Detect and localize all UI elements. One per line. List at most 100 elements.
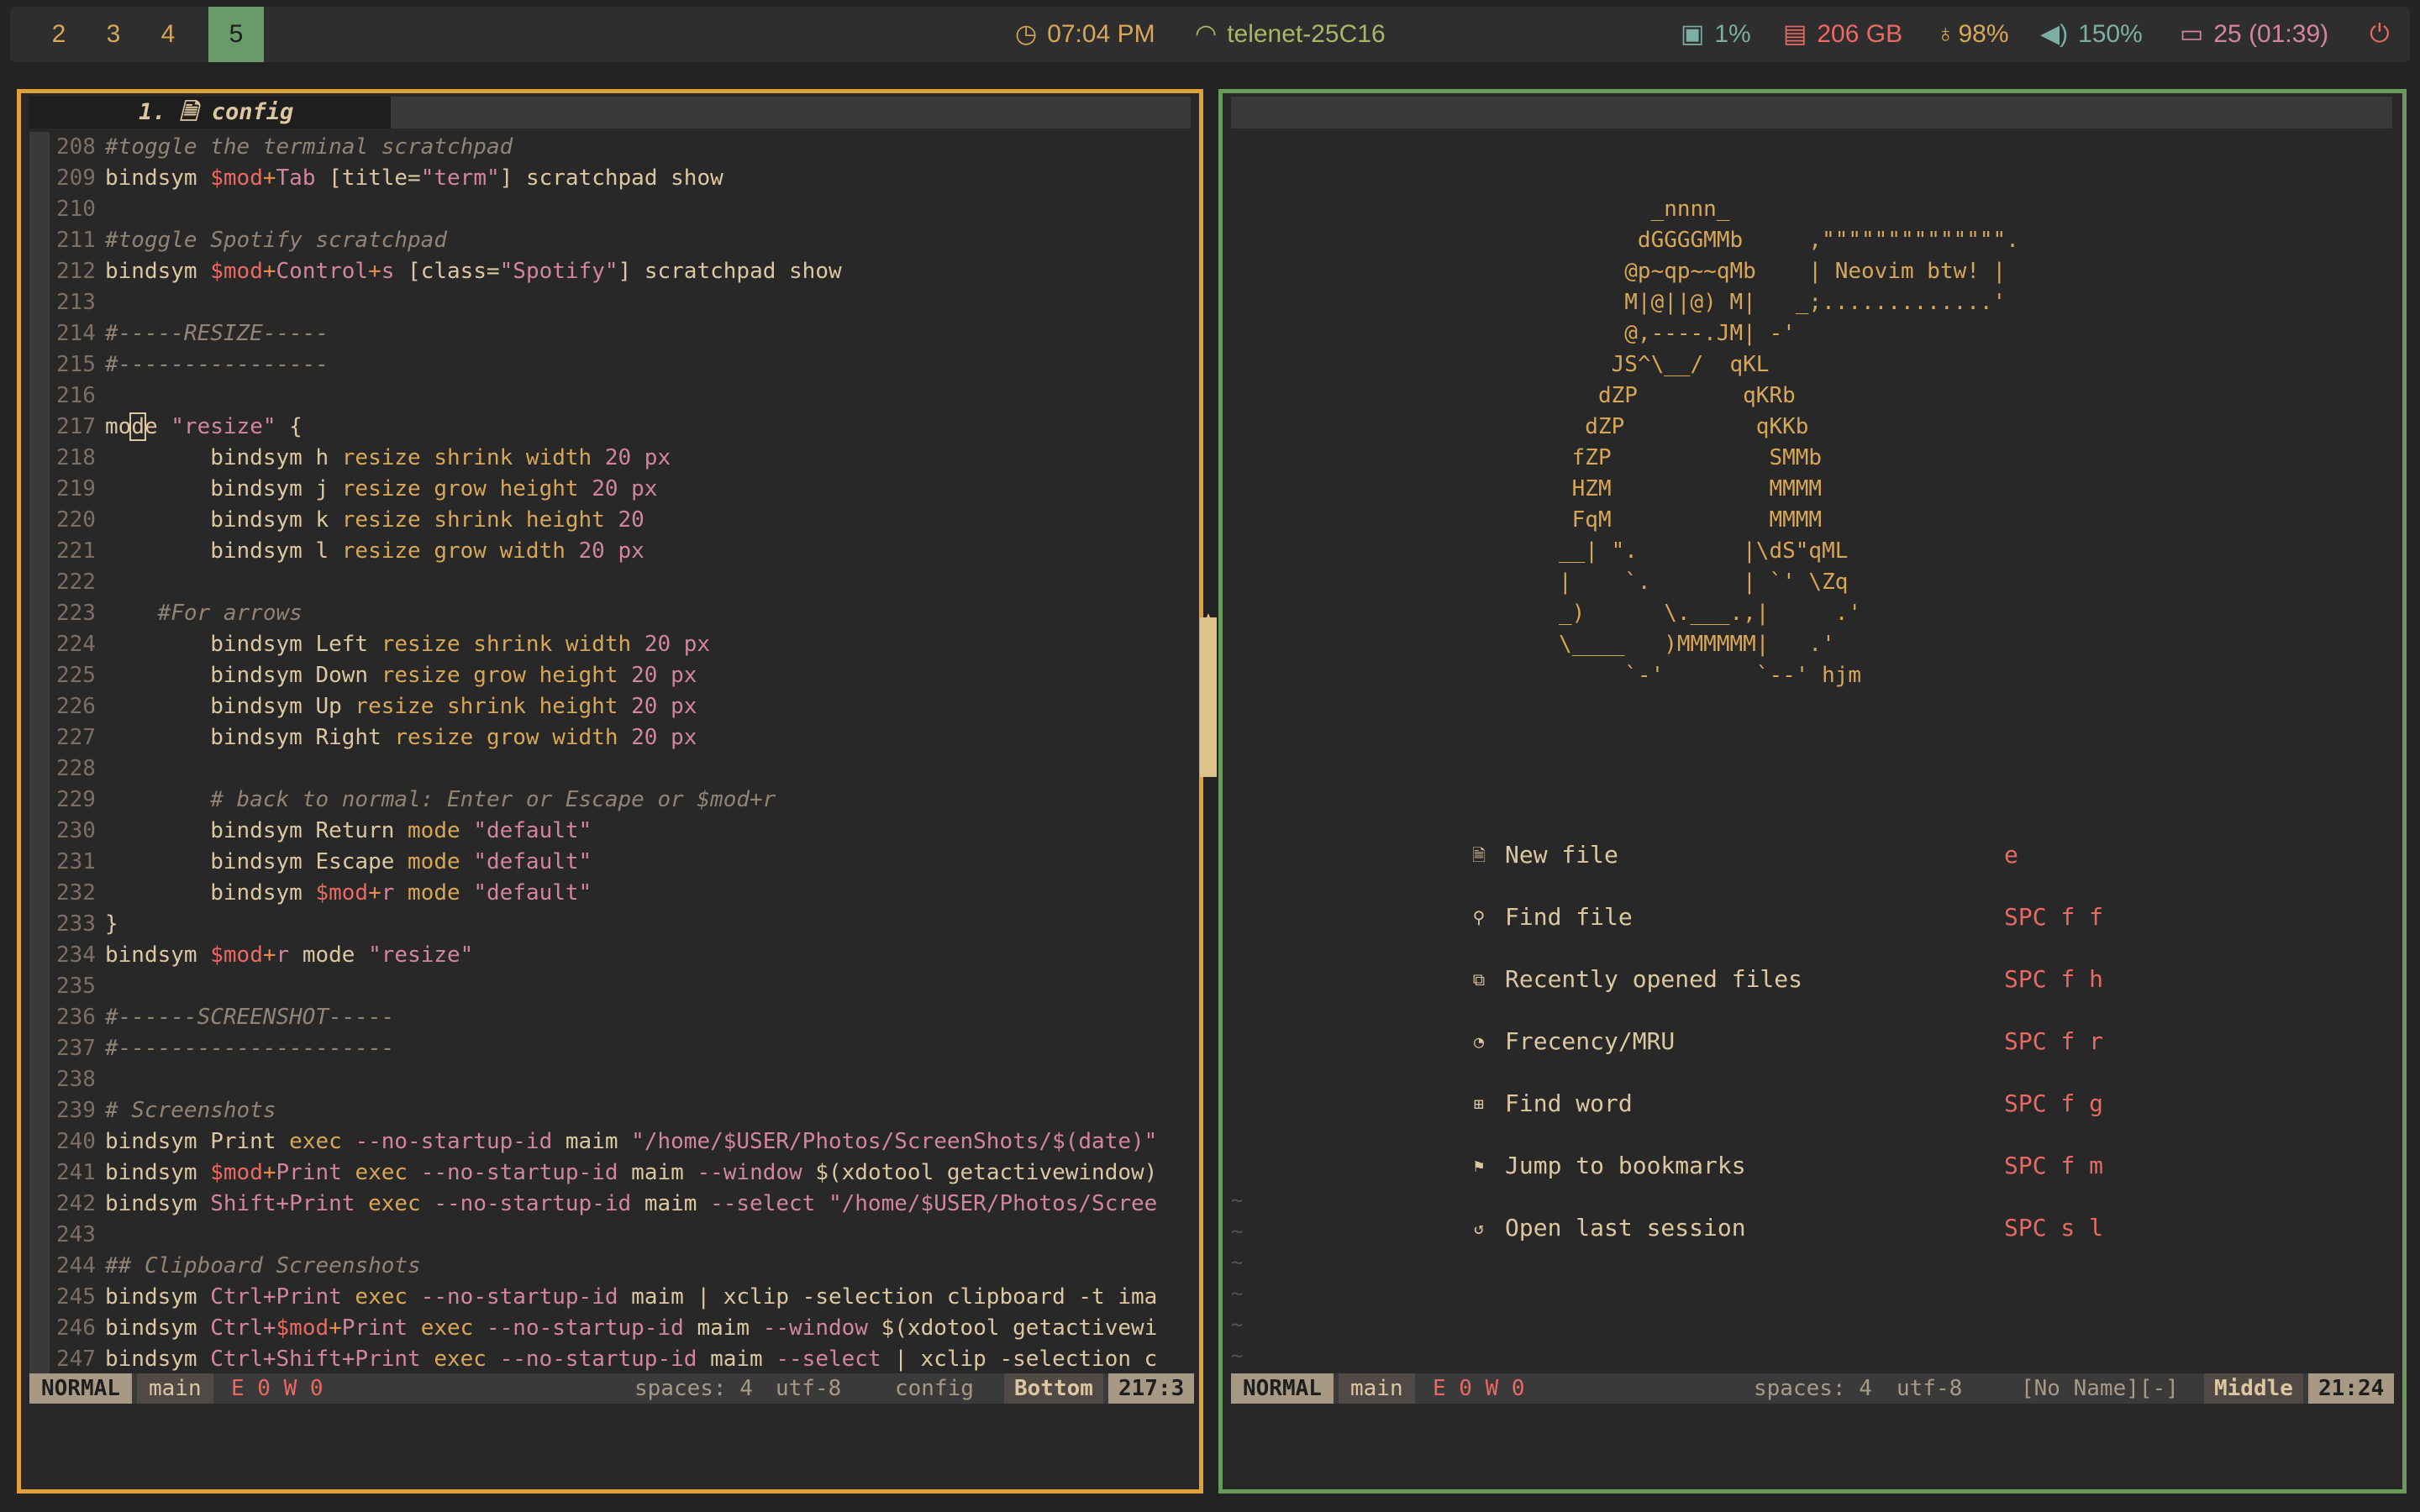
code-line[interactable]: 241 bindsym $mod+Print exec --no-startup-… [29,1158,1157,1189]
dashboard-item[interactable]: ⚲ Find file SPC f f [1466,886,2139,948]
line-number: 235 [56,974,96,999]
code-line[interactable]: 223 #For arrows [29,598,1157,629]
code-line[interactable]: 222 [29,567,1157,598]
code-token: exec [289,1129,355,1154]
code-token: maim [618,1160,697,1185]
empty-line-tilde: ~ [1231,1282,1244,1305]
code-token: mode [302,942,369,968]
dashboard-item[interactable]: ↺ Open last session SPC s l [1466,1197,2139,1259]
sign-column [29,1002,50,1033]
line-number: 242 [56,1191,96,1216]
code-line[interactable]: 246 bindsym Ctrl+$mod+Print exec --no-sta… [29,1313,1157,1344]
dashboard-item[interactable]: 🗎 New file e [1466,824,2139,886]
code-token: $mod [315,880,369,906]
code-token: $(xdotool getactivewi [867,1315,1158,1341]
code-line[interactable]: 230 bindsym Return mode "default" [29,816,1157,847]
code-line[interactable]: 245 bindsym Ctrl+Print exec --no-startup-… [29,1282,1157,1313]
code-line[interactable]: 209 bindsym $mod+Tab [title="term"] scrat… [29,163,1157,194]
code-token: 20 [618,507,644,533]
code-token: resize shrink height [355,694,632,719]
code-line[interactable]: 234 bindsym $mod+r mode "resize" [29,940,1157,971]
cursor-position: 217:3 [1108,1373,1195,1404]
code-line[interactable]: 238 [29,1064,1157,1095]
code-token: "Spotify" [499,259,618,284]
code-line[interactable]: 240 bindsym Print exec --no-startup-id ma… [29,1126,1157,1158]
line-number: 229 [56,787,96,812]
code-token: $mod [210,165,263,191]
code-line[interactable]: 242 bindsym Shift+Print exec --no-startup… [29,1189,1157,1220]
code-line[interactable]: 210 [29,194,1157,225]
power-button[interactable]: ⏻ [2370,7,2390,62]
code-line[interactable]: 211 #toggle Spotify scratchpad [29,225,1157,256]
code-line[interactable]: 229 # back to normal: Enter or Escape or… [29,785,1157,816]
code-line[interactable]: 233} [29,909,1157,940]
line-number: 222 [56,570,96,595]
code-line[interactable]: 226 bindsym Up resize shrink height 20 p… [29,691,1157,722]
dashboard-item[interactable]: ⚑ Jump to bookmarks SPC f m [1466,1135,2139,1197]
tabline [1231,97,2392,129]
diagnostics: E 0 W 0 [1433,1376,1525,1401]
code-line[interactable]: 217 mode "resize" { [29,412,1157,443]
battery[interactable]: ▭ 25 (01:39) [2180,7,2328,62]
code-line[interactable]: 224 bindsym Left resize shrink width 20 … [29,629,1157,660]
disk-usage[interactable]: ▤ 206 GB [1783,7,1902,62]
wifi-text: telenet-25C16 [1227,20,1386,48]
code-line[interactable]: 232 bindsym $mod+r mode "default" [29,878,1157,909]
clock[interactable]: ◷ 07:04 PM [1015,7,1155,62]
line-number: 246 [56,1315,96,1341]
code-buffer[interactable]: 208 #toggle the terminal scratchpad 209 bin… [29,132,1157,1375]
cpu-text: 1% [1714,20,1751,48]
cpu-usage[interactable]: ▣ 1% [1681,7,1751,62]
code-line[interactable]: 227 bindsym Right resize grow width 20 p… [29,722,1157,753]
dashboard-item-shortcut: SPC f h [2004,965,2104,993]
line-number: 214 [56,321,96,346]
workspace-3[interactable]: 3 [86,7,141,62]
code-line[interactable]: 231 bindsym Escape mode "default" [29,847,1157,878]
code-token: Control [276,259,369,284]
line-number: 244 [56,1253,96,1278]
sign-column [29,722,50,753]
code-line[interactable]: 208 #toggle the terminal scratchpad [29,132,1157,163]
workspace-5[interactable]: 5 [208,7,264,62]
dashboard-item-label: Recently opened files [1505,965,1803,993]
code-line[interactable]: 247 bindsym Ctrl+Shift+Print exec --no-st… [29,1344,1157,1375]
code-line[interactable]: 244 ## Clipboard Screenshots [29,1251,1157,1282]
tab-config[interactable]: 1. 🗎 config [29,97,391,129]
workspace-2[interactable]: 2 [31,7,87,62]
code-line[interactable]: 243 [29,1220,1157,1251]
find-word-icon: ⊞ [1473,1094,1485,1114]
code-line[interactable]: 236 #------SCREENSHOT----- [29,1002,1157,1033]
code-line[interactable]: 218 bindsym h resize shrink width 20 px [29,443,1157,474]
dashboard-item[interactable]: ◔ Frecency/MRU SPC f r [1466,1011,2139,1073]
code-token: s [381,259,395,284]
volume[interactable]: ◀) 150% [2040,7,2143,62]
dashboard-item-label: Find word [1505,1089,1633,1117]
code-line[interactable]: 239 # Screenshots [29,1095,1157,1126]
brightness[interactable]: ♁ 98% [1936,7,2009,62]
dashboard-item[interactable]: ⧉ Recently opened files SPC f h [1466,948,2139,1011]
code-line[interactable]: 220 bindsym k resize shrink height 20 [29,505,1157,536]
dashboard-item[interactable]: ⊞ Find word SPC f g [1466,1073,2139,1135]
code-line[interactable]: 219 bindsym j resize grow height 20 px [29,474,1157,505]
code-line[interactable]: 215 #---------------- [29,349,1157,381]
wifi-status[interactable]: ◠ telenet-25C16 [1195,7,1386,62]
code-token: bindsym Up [105,694,355,719]
code-token: $mod [210,1160,263,1185]
code-line[interactable]: 228 [29,753,1157,785]
code-line[interactable]: 221 bindsym l resize grow width 20 px [29,536,1157,567]
code-line[interactable]: 212 bindsym $mod+Control+s [class="Spotif… [29,256,1157,287]
pane-scrollbar[interactable] [1200,617,1217,777]
code-token: bindsym Left [105,632,381,657]
code-line[interactable]: 216 [29,381,1157,412]
left-editor-window[interactable]: 1. 🗎 config 208 #toggle the terminal scra… [17,89,1203,1494]
sign-column [29,287,50,318]
code-line[interactable]: 235 [29,971,1157,1002]
right-editor-window[interactable]: _nnnn_ dGGGGMMb ,"""""""""""""". @p~qp~~… [1218,89,2407,1494]
line-number: 230 [56,818,96,843]
line-number: 239 [56,1098,96,1123]
code-line[interactable]: 213 [29,287,1157,318]
workspace-4[interactable]: 4 [140,7,196,62]
code-line[interactable]: 225 bindsym Down resize grow height 20 p… [29,660,1157,691]
code-line[interactable]: 214 #-----RESIZE----- [29,318,1157,349]
code-line[interactable]: 237 #--------------------- [29,1033,1157,1064]
